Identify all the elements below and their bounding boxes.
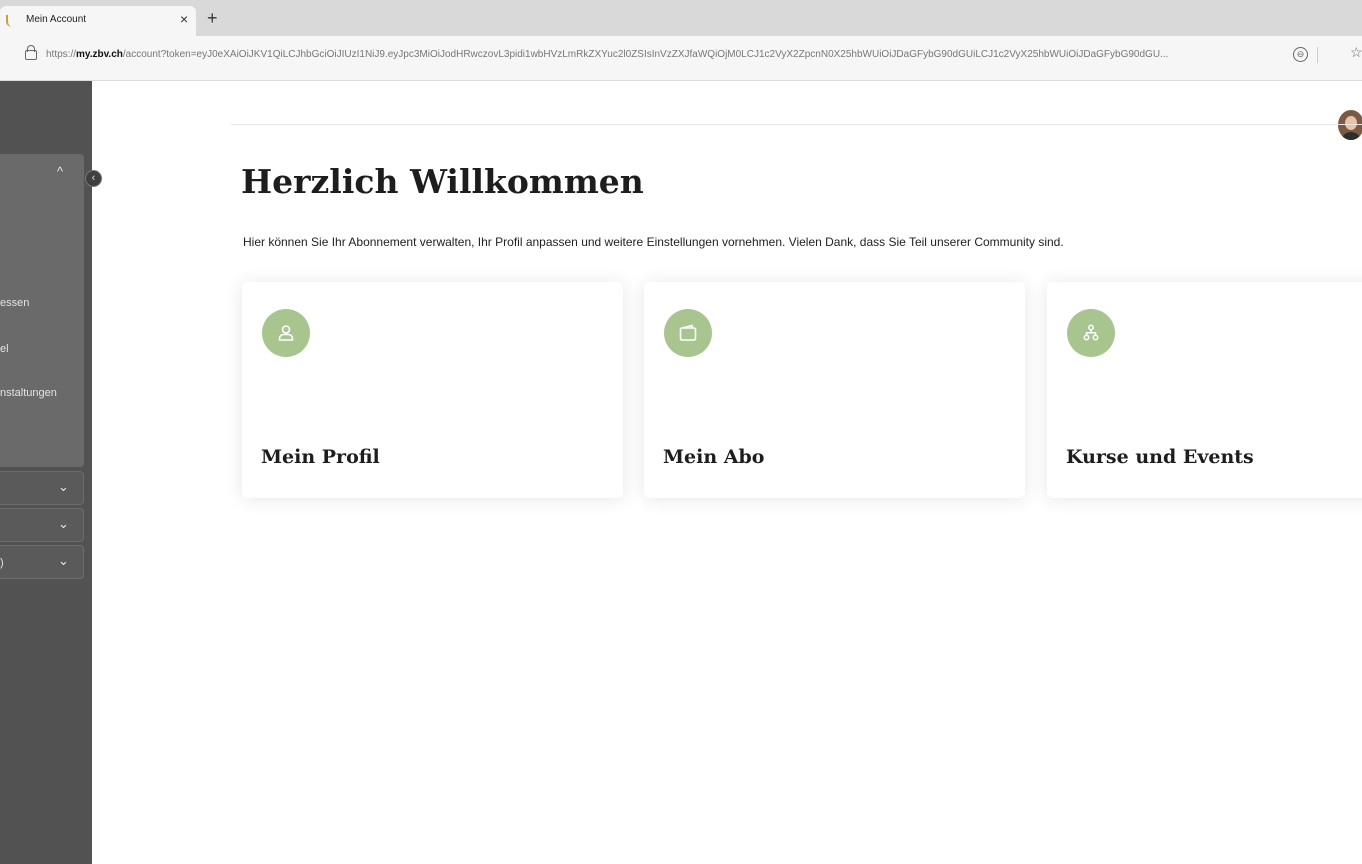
- tab-title: Mein Account: [26, 14, 87, 25]
- sidebar-section-1[interactable]: ⌄: [0, 471, 84, 505]
- sidebar-section-2[interactable]: ⌄: [0, 508, 84, 542]
- zoom-icon[interactable]: ⊖: [1293, 47, 1308, 62]
- card-kurse-und-events[interactable]: Kurse und Events: [1047, 282, 1362, 498]
- header-divider: [231, 124, 1362, 125]
- wallet-icon: [664, 309, 712, 357]
- intro-text: Hier können Sie Ihr Abonnement verwalten…: [243, 235, 1064, 249]
- card-mein-profil[interactable]: Mein Profil: [242, 282, 623, 498]
- card-mein-abo[interactable]: Mein Abo: [644, 282, 1025, 498]
- tab-favicon-icon: [6, 15, 14, 27]
- url-field[interactable]: https://my.zbv.ch/account?token=eyJ0eXAi…: [46, 48, 1286, 62]
- sidebar-section-label: ): [0, 557, 4, 569]
- page-title: Herzlich Willkommen: [241, 162, 644, 201]
- sidebar-section-3[interactable]: ) ⌄: [0, 545, 84, 579]
- chevron-up-icon[interactable]: ^: [57, 164, 63, 179]
- url-path: /account?token=eyJ0eXAiOiJKV1QiLCJhbGciO…: [122, 49, 1169, 60]
- sidebar-item-artikel[interactable]: el: [0, 343, 9, 355]
- card-label: Mein Profil: [261, 446, 380, 468]
- chevron-down-icon: ⌄: [58, 516, 69, 531]
- card-label: Kurse und Events: [1066, 446, 1254, 468]
- new-tab-button[interactable]: +: [207, 9, 218, 27]
- sitemap-icon: [1067, 309, 1115, 357]
- user-icon: [262, 309, 310, 357]
- card-label: Mein Abo: [663, 446, 765, 468]
- url-host: my.zbv.ch: [76, 49, 123, 60]
- browser-tab-bar: Mein Account × +: [0, 0, 1362, 36]
- sidebar-item-veranstaltungen[interactable]: nstaltungen: [0, 387, 57, 399]
- chevron-down-icon: ⌄: [58, 553, 69, 568]
- lock-icon[interactable]: [25, 45, 37, 60]
- sidebar-group-expanded: [0, 154, 84, 467]
- url-prefix: https://: [46, 49, 77, 60]
- sidebar-item-adressen[interactable]: essen: [0, 297, 29, 309]
- sidebar-collapse-button[interactable]: ‹: [85, 170, 102, 187]
- favorite-star-icon[interactable]: ☆: [1350, 44, 1362, 61]
- address-bar-separator: [1317, 47, 1318, 63]
- tab-close-icon[interactable]: ×: [180, 12, 188, 26]
- avatar[interactable]: [1338, 110, 1362, 140]
- chevron-down-icon: ⌄: [58, 479, 69, 494]
- browser-tab[interactable]: Mein Account ×: [0, 6, 196, 36]
